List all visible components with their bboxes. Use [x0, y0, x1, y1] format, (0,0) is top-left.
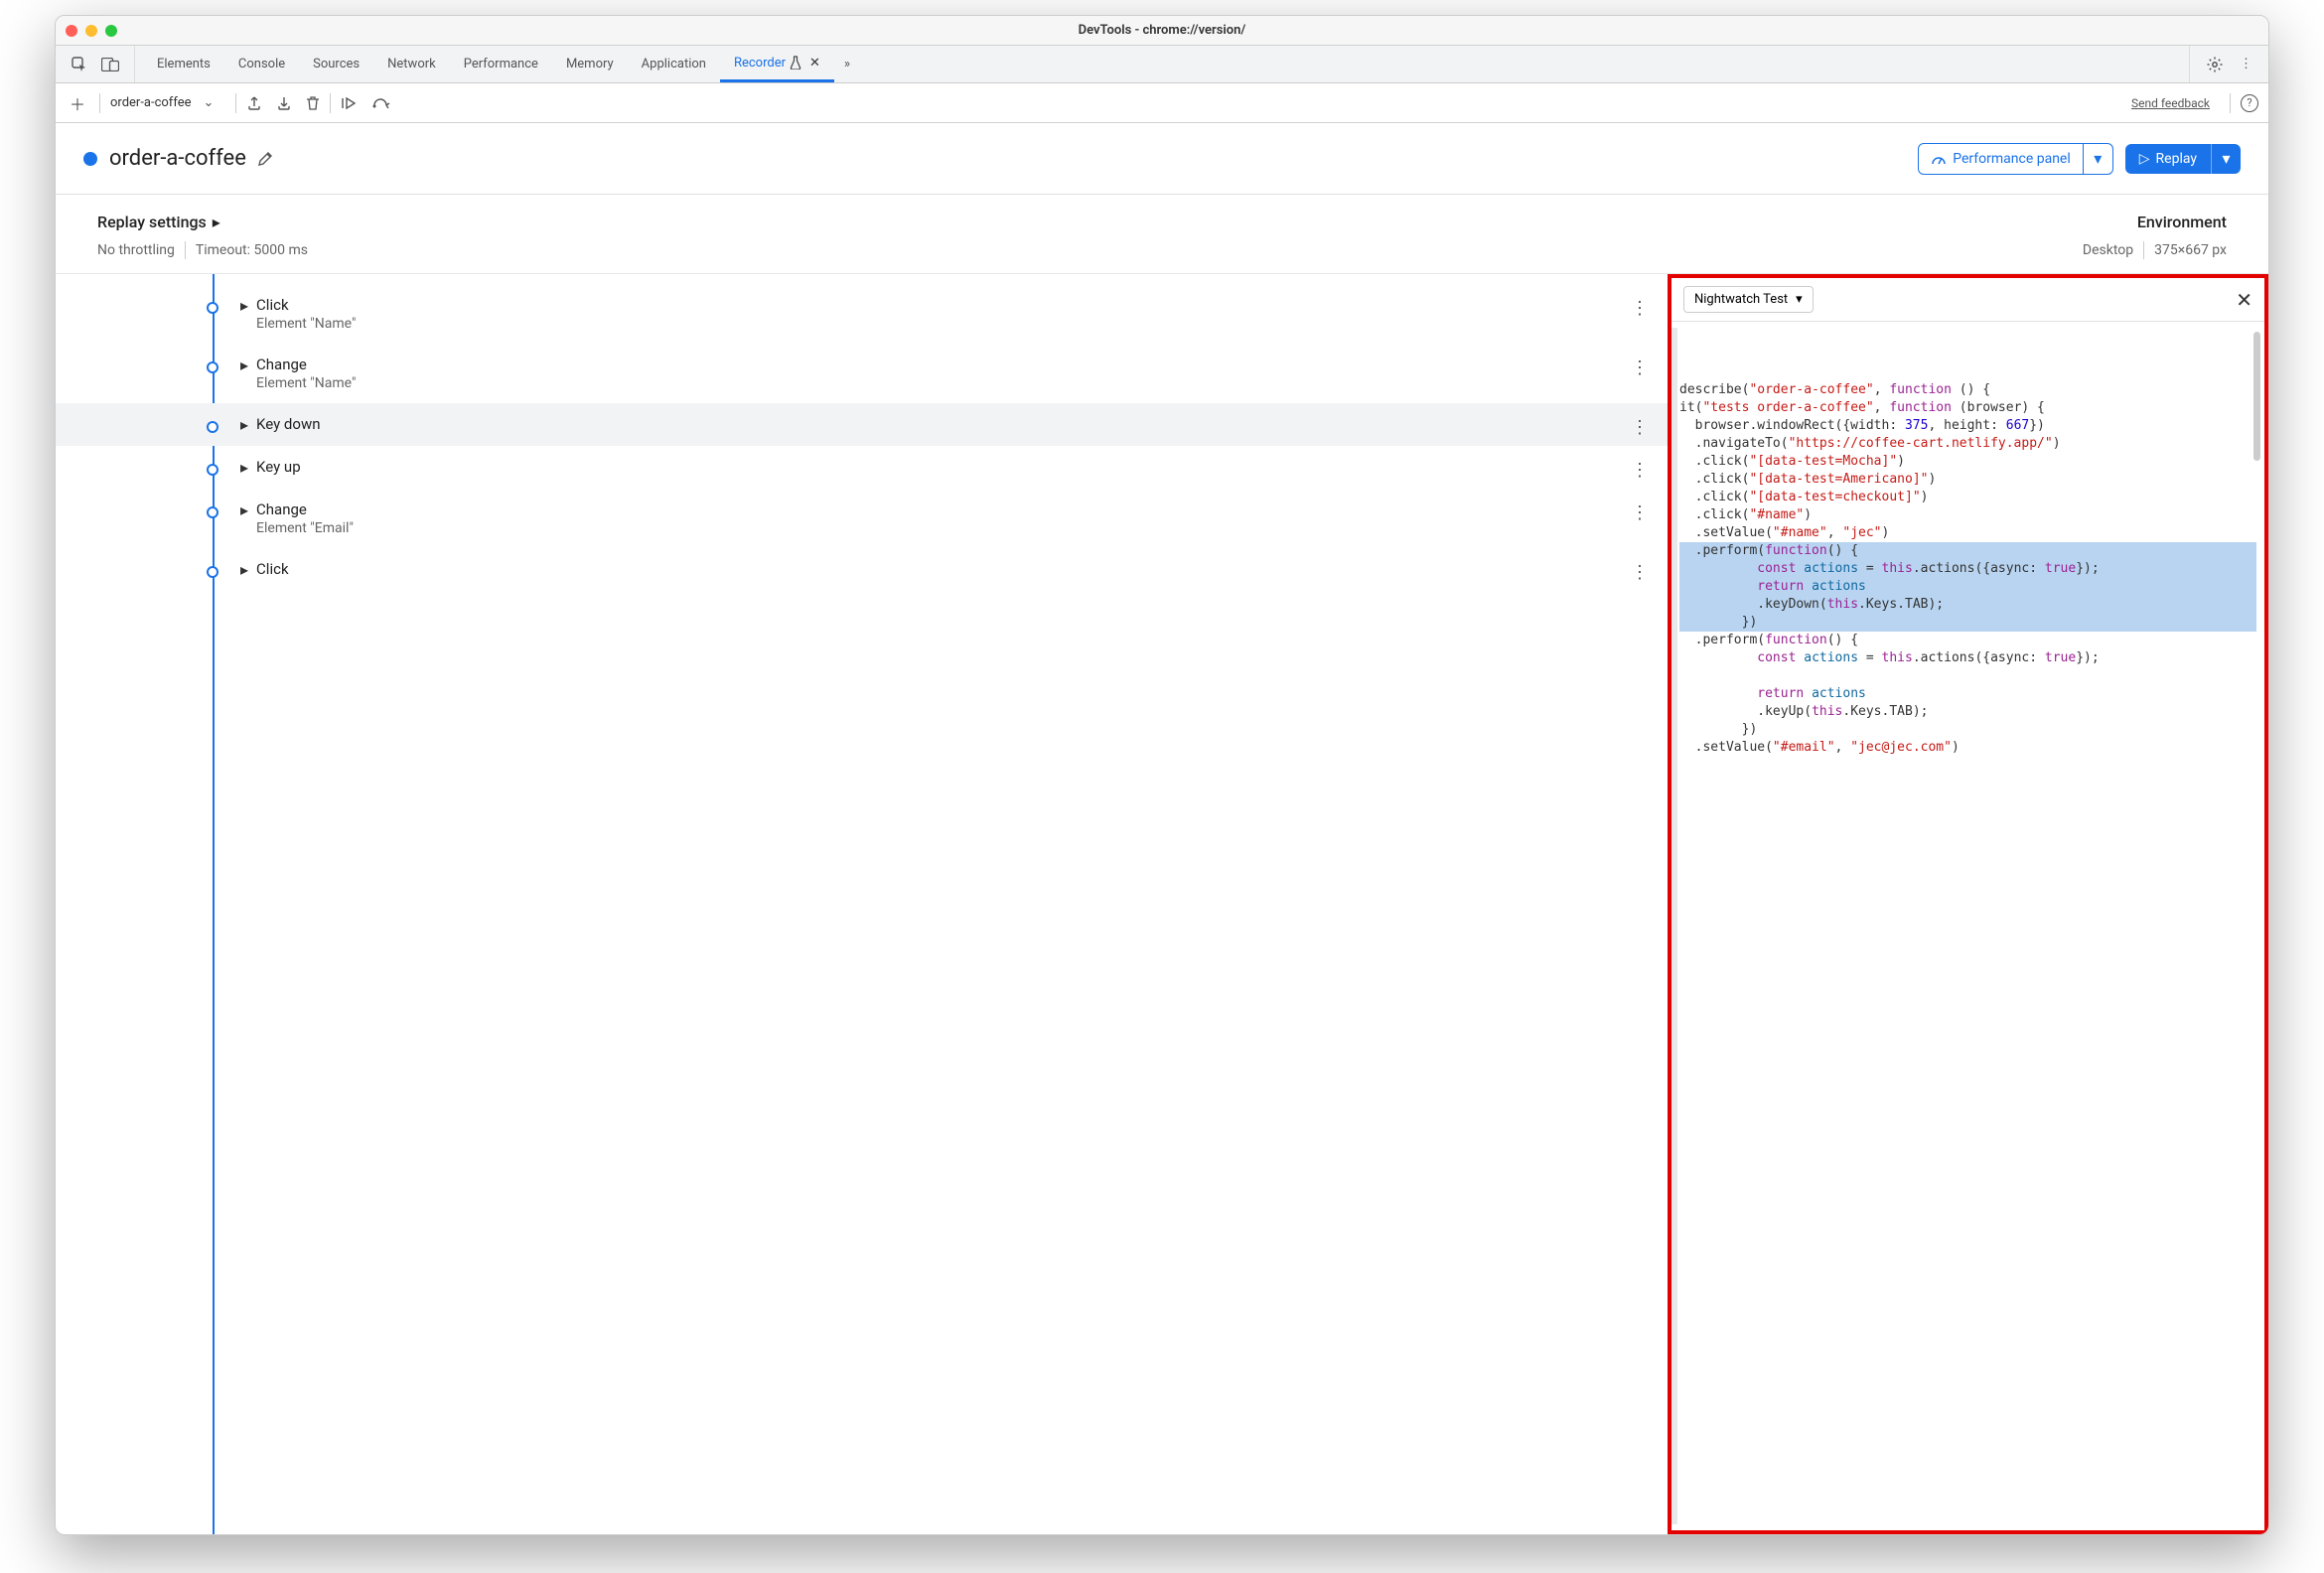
settings-row: Replay settings ▸ No throttling Timeout:… [56, 195, 2268, 265]
step-menu-icon[interactable]: ⋮ [1631, 358, 1650, 378]
code-export-pane: Nightwatch Test ▾ ✕ describe("order-a-co… [1668, 274, 2268, 1534]
performance-panel-button[interactable]: Performance panel ▾ [1918, 143, 2113, 175]
step-menu-icon[interactable]: ⋮ [1631, 562, 1650, 583]
tab-memory[interactable]: Memory [552, 46, 628, 82]
maximize-window-button[interactable] [105, 25, 117, 37]
replay-settings-toggle[interactable]: Replay settings ▸ [97, 213, 308, 231]
step-menu-icon[interactable]: ⋮ [1631, 460, 1650, 481]
window-title: DevTools - chrome://version/ [56, 23, 2268, 38]
tab-sources[interactable]: Sources [299, 46, 373, 82]
close-panel-icon[interactable]: ✕ [2236, 288, 2252, 312]
step-row[interactable]: ▸ Key up ⋮ [56, 446, 1668, 489]
tab-network[interactable]: Network [373, 46, 450, 82]
step-bullet [207, 506, 218, 518]
caret-right-icon: ▸ [240, 560, 248, 579]
help-icon[interactable]: ? [2241, 94, 2258, 112]
replay-dropdown-icon[interactable]: ▾ [2211, 144, 2241, 174]
caret-right-icon: ▸ [240, 458, 248, 477]
viewport-value: 375×667 px [2154, 242, 2227, 258]
caret-right-icon: ▸ [240, 500, 248, 519]
tabs-overflow-button[interactable]: » [834, 57, 860, 72]
step-bullet [207, 464, 218, 476]
step-row[interactable]: ▸ Key down ⋮ [56, 403, 1668, 446]
step-bullet [207, 421, 218, 433]
device-value: Desktop [2083, 242, 2133, 258]
step-row[interactable]: ▸ Click ⋮ [56, 548, 1668, 591]
recorder-toolbar: ＋ order-a-coffee ⌄ Send feedback ? [56, 83, 2268, 123]
step-icon[interactable] [372, 97, 392, 109]
close-window-button[interactable] [66, 25, 77, 37]
gauge-icon [1931, 152, 1947, 166]
step-menu-icon[interactable]: ⋮ [1631, 502, 1650, 523]
kebab-menu-icon[interactable]: ⋮ [2240, 57, 2252, 72]
step-row[interactable]: ▸ Click Element "Name" ⋮ [56, 284, 1668, 344]
inspect-icon[interactable] [72, 57, 87, 72]
chevron-down-icon: ▾ [1796, 292, 1803, 307]
step-bullet [207, 361, 218, 373]
settings-gear-icon[interactable] [2206, 56, 2224, 73]
recording-title: order-a-coffee [109, 146, 246, 171]
tab-performance[interactable]: Performance [450, 46, 552, 82]
play-icon: ▷ [2139, 151, 2150, 167]
devtools-window: DevTools - chrome://version/ Elements Co… [55, 15, 2269, 1535]
window-controls [66, 25, 117, 37]
throttling-value: No throttling [97, 242, 175, 258]
step-menu-icon[interactable]: ⋮ [1631, 298, 1650, 319]
import-icon[interactable] [276, 95, 292, 111]
code-body[interactable]: describe("order-a-coffee", function () {… [1671, 322, 2264, 1530]
send-feedback-link[interactable]: Send feedback [2131, 96, 2210, 110]
replay-button[interactable]: ▷ Replay ▾ [2125, 144, 2241, 174]
recording-dropdown-icon[interactable]: ⌄ [203, 95, 214, 110]
step-menu-icon[interactable]: ⋮ [1631, 417, 1650, 438]
panel-tabbar: Elements Console Sources Network Perform… [56, 46, 2268, 83]
scrollbar-thumb[interactable] [2253, 332, 2260, 461]
delete-icon[interactable] [306, 95, 320, 111]
export-icon[interactable] [246, 95, 262, 111]
recording-selector[interactable]: order-a-coffee [110, 95, 191, 110]
tab-console[interactable]: Console [224, 46, 299, 82]
edit-title-icon[interactable] [256, 150, 274, 168]
steps-pane: ▸ Click Element "Name" ⋮ ▸ Change Elemen… [56, 274, 1668, 1534]
timeout-value: Timeout: 5000 ms [196, 242, 308, 258]
flask-icon [790, 56, 801, 70]
caret-right-icon: ▸ [240, 415, 248, 434]
device-toolbar-icon[interactable] [101, 58, 119, 72]
recording-status-dot [83, 152, 97, 166]
caret-right-icon: ▸ [213, 213, 220, 231]
caret-right-icon: ▸ [240, 296, 248, 315]
step-row[interactable]: ▸ Change Element "Email" ⋮ [56, 489, 1668, 548]
perf-dropdown-icon[interactable]: ▾ [2083, 144, 2112, 174]
export-format-dropdown[interactable]: Nightwatch Test ▾ [1683, 286, 1814, 313]
caret-right-icon: ▸ [240, 356, 248, 374]
main-split: ▸ Click Element "Name" ⋮ ▸ Change Elemen… [56, 273, 2268, 1534]
minimize-window-button[interactable] [85, 25, 97, 37]
environment-label: Environment [2083, 213, 2227, 231]
recording-header: order-a-coffee Performance panel ▾ ▷ Rep… [56, 123, 2268, 195]
titlebar: DevTools - chrome://version/ [56, 16, 2268, 46]
close-tab-icon[interactable]: ✕ [809, 56, 820, 71]
step-row[interactable]: ▸ Change Element "Name" ⋮ [56, 344, 1668, 403]
continue-icon[interactable] [341, 96, 359, 110]
tab-application[interactable]: Application [628, 46, 720, 82]
new-recording-button[interactable]: ＋ [66, 91, 89, 115]
step-bullet [207, 302, 218, 314]
tab-elements[interactable]: Elements [143, 46, 224, 82]
step-bullet [207, 566, 218, 578]
tab-recorder[interactable]: Recorder ✕ [720, 46, 834, 82]
